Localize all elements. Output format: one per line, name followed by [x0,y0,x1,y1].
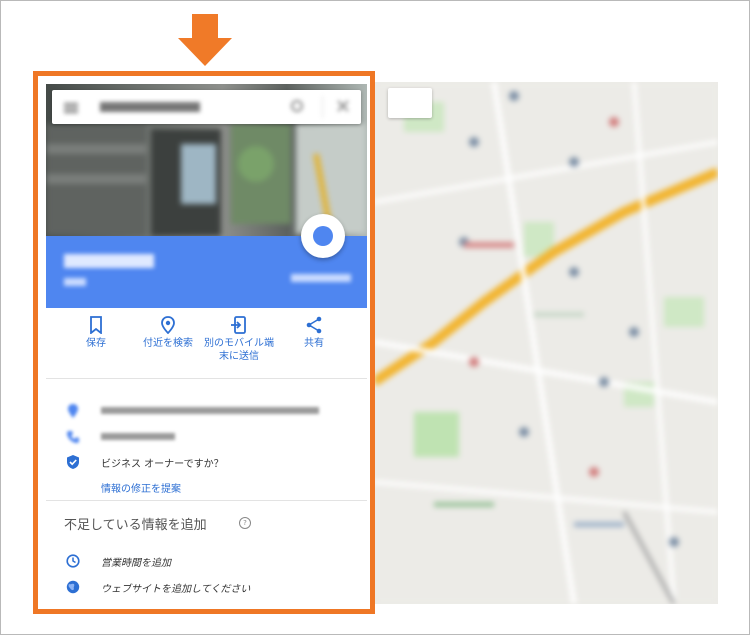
share-label: 共有 [304,338,324,349]
nearby-search-button[interactable]: 付近を検索 [128,316,208,350]
business-owner-question: ビジネス オーナーですか？ [101,459,224,470]
action-bar: 保存 付近を検索 別のモバイル端 末に送信 共有 [46,308,367,378]
directions-button[interactable] [301,214,345,258]
directions-icon [313,226,333,246]
missing-info-title: 不足している情報を追加 [64,518,207,533]
suggest-edit-link[interactable]: 情報の修正を提案 [101,480,181,495]
add-website-row[interactable]: ウェブサイトを追加してください [46,578,367,598]
place-side-panel: 保存 付近を検索 別のモバイル端 末に送信 共有 ビジネス オーナーですか？ 情… [46,84,367,607]
share-button[interactable]: 共有 [274,316,354,350]
phone-text-blurred [101,433,175,440]
send-to-device-icon [231,316,246,334]
map-view[interactable] [374,82,718,604]
add-hours-row[interactable]: 営業時間を追加 [46,552,367,572]
nearby-search-label: 付近を検索 [143,338,193,349]
map-tiles [374,82,718,604]
send-to-device-button[interactable]: 別のモバイル端 末に送信 [199,316,279,363]
save-button[interactable]: 保存 [56,316,136,350]
down-arrow-indicator [178,14,232,66]
search-box-contents [64,96,349,118]
send-to-device-label-line1: 別のモバイル端 [204,338,274,349]
address-pin-icon [68,404,78,418]
search-box[interactable] [52,90,361,124]
phone-row[interactable] [46,428,367,448]
bookmark-icon [90,316,102,334]
business-owner-row: ビジネス オーナーですか？ [46,453,367,473]
save-label: 保存 [86,338,106,349]
address-row[interactable] [46,402,367,422]
share-icon [306,316,322,334]
send-to-device-label-line2: 末に送信 [219,351,259,362]
add-website-label: ウェブサイトを追加してください [101,584,251,595]
help-icon[interactable]: ? [239,517,251,529]
divider [46,500,367,501]
location-pin-icon [161,316,175,334]
clock-icon [66,554,80,568]
phone-icon [67,431,79,443]
address-text-blurred [101,407,319,414]
verified-shield-icon [67,455,79,469]
globe-icon [66,580,80,594]
map-type-chip[interactable] [388,88,432,118]
divider [46,378,367,379]
add-hours-label: 営業時間を追加 [101,558,171,569]
